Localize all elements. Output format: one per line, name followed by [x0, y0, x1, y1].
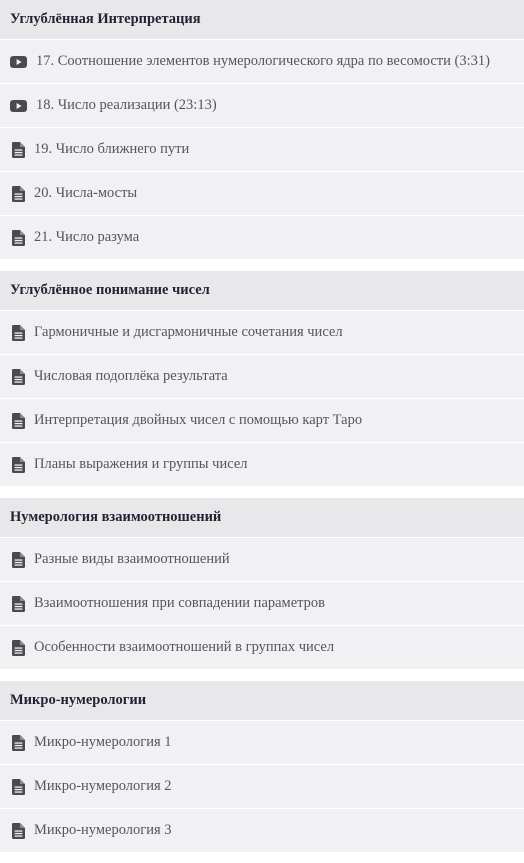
document-icon	[10, 141, 26, 158]
document-icon	[10, 551, 26, 568]
lesson-item[interactable]: 17. Соотношение элементов нумерологическ…	[0, 39, 524, 83]
curriculum-section: Углублённое понимание чисел Гармоничные и…	[0, 271, 524, 486]
lesson-item[interactable]: Особенности взаимоотношений в группах чи…	[0, 625, 524, 669]
document-icon	[10, 822, 26, 839]
lesson-title: 19. Число ближнего пути	[34, 141, 190, 157]
lesson-title: Планы выражения и группы чисел	[34, 456, 248, 472]
lesson-title: Особенности взаимоотношений в группах чи…	[34, 639, 335, 655]
lesson-title: Микро-нумерология 2	[34, 778, 172, 794]
lesson-title: Взаимоотношения при совпадении параметро…	[34, 595, 326, 611]
section-title: Углублённая Интерпретация	[0, 0, 524, 39]
lesson-item[interactable]: Числовая подоплёка результата	[0, 354, 524, 398]
lesson-item[interactable]: Разные виды взаимоотношений	[0, 537, 524, 581]
lesson-title: Микро-нумерология 3	[34, 822, 172, 838]
lesson-title: 17. Соотношение элементов нумерологическ…	[36, 53, 490, 69]
lesson-item[interactable]: Интерпретация двойных чисел с помощью ка…	[0, 398, 524, 442]
document-icon	[10, 185, 26, 202]
document-icon	[10, 229, 26, 246]
lesson-item[interactable]: 18. Число реализации (23:13)	[0, 83, 524, 127]
lesson-item[interactable]: Планы выражения и группы чисел	[0, 442, 524, 486]
lesson-item[interactable]: Гармоничные и дисгармоничные сочетания ч…	[0, 310, 524, 354]
document-icon	[10, 456, 26, 473]
section-spacer	[0, 259, 524, 271]
section-title: Микро-нумерологии	[0, 681, 524, 720]
lesson-title: Гармоничные и дисгармоничные сочетания ч…	[34, 324, 343, 340]
lesson-title: Разные виды взаимоотношений	[34, 551, 230, 567]
lesson-title: Микро-нумерология 1	[34, 734, 172, 750]
play-video-icon	[10, 98, 27, 114]
curriculum-section: Микро-нумерологии Микро-нумерология 1 Микр…	[0, 681, 524, 852]
lesson-title: Интерпретация двойных чисел с помощью ка…	[34, 412, 363, 428]
lesson-title: 20. Числа-мосты	[34, 185, 138, 201]
lesson-title: 18. Число реализации (23:13)	[36, 97, 217, 113]
lesson-item[interactable]: Микро-нумерология 1	[0, 720, 524, 764]
document-icon	[10, 734, 26, 751]
curriculum-section: Нумерология взаимоотношений Разные виды в…	[0, 498, 524, 669]
lesson-title: 21. Число разума	[34, 229, 140, 245]
document-icon	[10, 778, 26, 795]
document-icon	[10, 368, 26, 385]
section-title: Нумерология взаимоотношений	[0, 498, 524, 537]
lesson-item[interactable]: 20. Числа-мосты	[0, 171, 524, 215]
document-icon	[10, 595, 26, 612]
document-icon	[10, 639, 26, 656]
lesson-item[interactable]: Микро-нумерология 2	[0, 764, 524, 808]
curriculum-section: Углублённая Интерпретация 17. Соотношение…	[0, 0, 524, 259]
section-spacer	[0, 486, 524, 498]
lesson-title: Числовая подоплёка результата	[34, 368, 228, 384]
section-spacer	[0, 669, 524, 681]
document-icon	[10, 412, 26, 429]
curriculum-list: Углублённая Интерпретация 17. Соотношение…	[0, 0, 524, 852]
lesson-item[interactable]: Микро-нумерология 3	[0, 808, 524, 852]
section-title: Углублённое понимание чисел	[0, 271, 524, 310]
lesson-item[interactable]: 19. Число ближнего пути	[0, 127, 524, 171]
play-video-icon	[10, 54, 27, 70]
lesson-item[interactable]: Взаимоотношения при совпадении параметро…	[0, 581, 524, 625]
document-icon	[10, 324, 26, 341]
lesson-item[interactable]: 21. Число разума	[0, 215, 524, 259]
